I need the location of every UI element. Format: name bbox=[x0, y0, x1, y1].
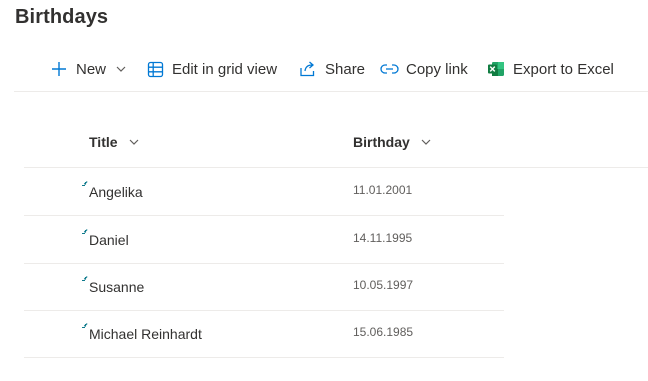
export-to-excel-label: Export to Excel bbox=[513, 60, 614, 78]
list-page: Birthdays New Edit in grid view Share Co… bbox=[0, 0, 648, 381]
export-to-excel-button[interactable]: Export to Excel bbox=[486, 48, 614, 90]
share-icon bbox=[298, 59, 318, 79]
edit-in-grid-view-label: Edit in grid view bbox=[172, 60, 278, 78]
link-icon bbox=[379, 59, 399, 79]
row-title[interactable]: Susanne bbox=[89, 279, 144, 295]
row-title[interactable]: Angelika bbox=[89, 184, 143, 200]
row-title[interactable]: Michael Reinhardt bbox=[89, 326, 202, 342]
row-birthday: 14.11.1995 bbox=[353, 231, 413, 245]
chevron-down-icon bbox=[128, 136, 140, 148]
chevron-down-icon bbox=[115, 63, 127, 75]
grid-icon bbox=[145, 59, 165, 79]
command-bar: New Edit in grid view Share Copy link Ex… bbox=[0, 48, 648, 90]
plus-icon bbox=[49, 59, 69, 79]
excel-icon bbox=[486, 59, 506, 79]
share-label: Share bbox=[325, 60, 366, 78]
column-header-title-label: Title bbox=[89, 134, 118, 150]
row-birthday: 10.05.1997 bbox=[353, 278, 414, 292]
share-button[interactable]: Share bbox=[298, 48, 365, 90]
page-title: Birthdays bbox=[15, 6, 109, 28]
row-birthday: 15.06.1985 bbox=[353, 325, 414, 339]
column-header-birthday-label: Birthday bbox=[353, 134, 410, 150]
column-header-title[interactable]: Title bbox=[89, 134, 140, 150]
command-bar-divider bbox=[14, 91, 648, 92]
new-button-label: New bbox=[76, 60, 107, 78]
table-row[interactable]: Susanne 10.05.1997 bbox=[24, 263, 504, 311]
edit-in-grid-view-button[interactable]: Edit in grid view bbox=[145, 48, 277, 90]
row-birthday: 11.01.2001 bbox=[353, 183, 413, 197]
copy-link-button[interactable]: Copy link bbox=[379, 48, 468, 90]
chevron-down-icon bbox=[420, 136, 432, 148]
list-header: Title Birthday bbox=[24, 120, 648, 168]
row-title[interactable]: Daniel bbox=[89, 232, 129, 248]
new-button[interactable]: New bbox=[49, 48, 127, 90]
table-row[interactable]: Michael Reinhardt 15.06.1985 bbox=[24, 310, 504, 358]
copy-link-label: Copy link bbox=[406, 60, 468, 78]
table-row[interactable]: Daniel 14.11.1995 bbox=[24, 216, 504, 264]
column-header-birthday[interactable]: Birthday bbox=[353, 134, 432, 150]
table-row[interactable]: Angelika 11.01.2001 bbox=[24, 168, 504, 216]
